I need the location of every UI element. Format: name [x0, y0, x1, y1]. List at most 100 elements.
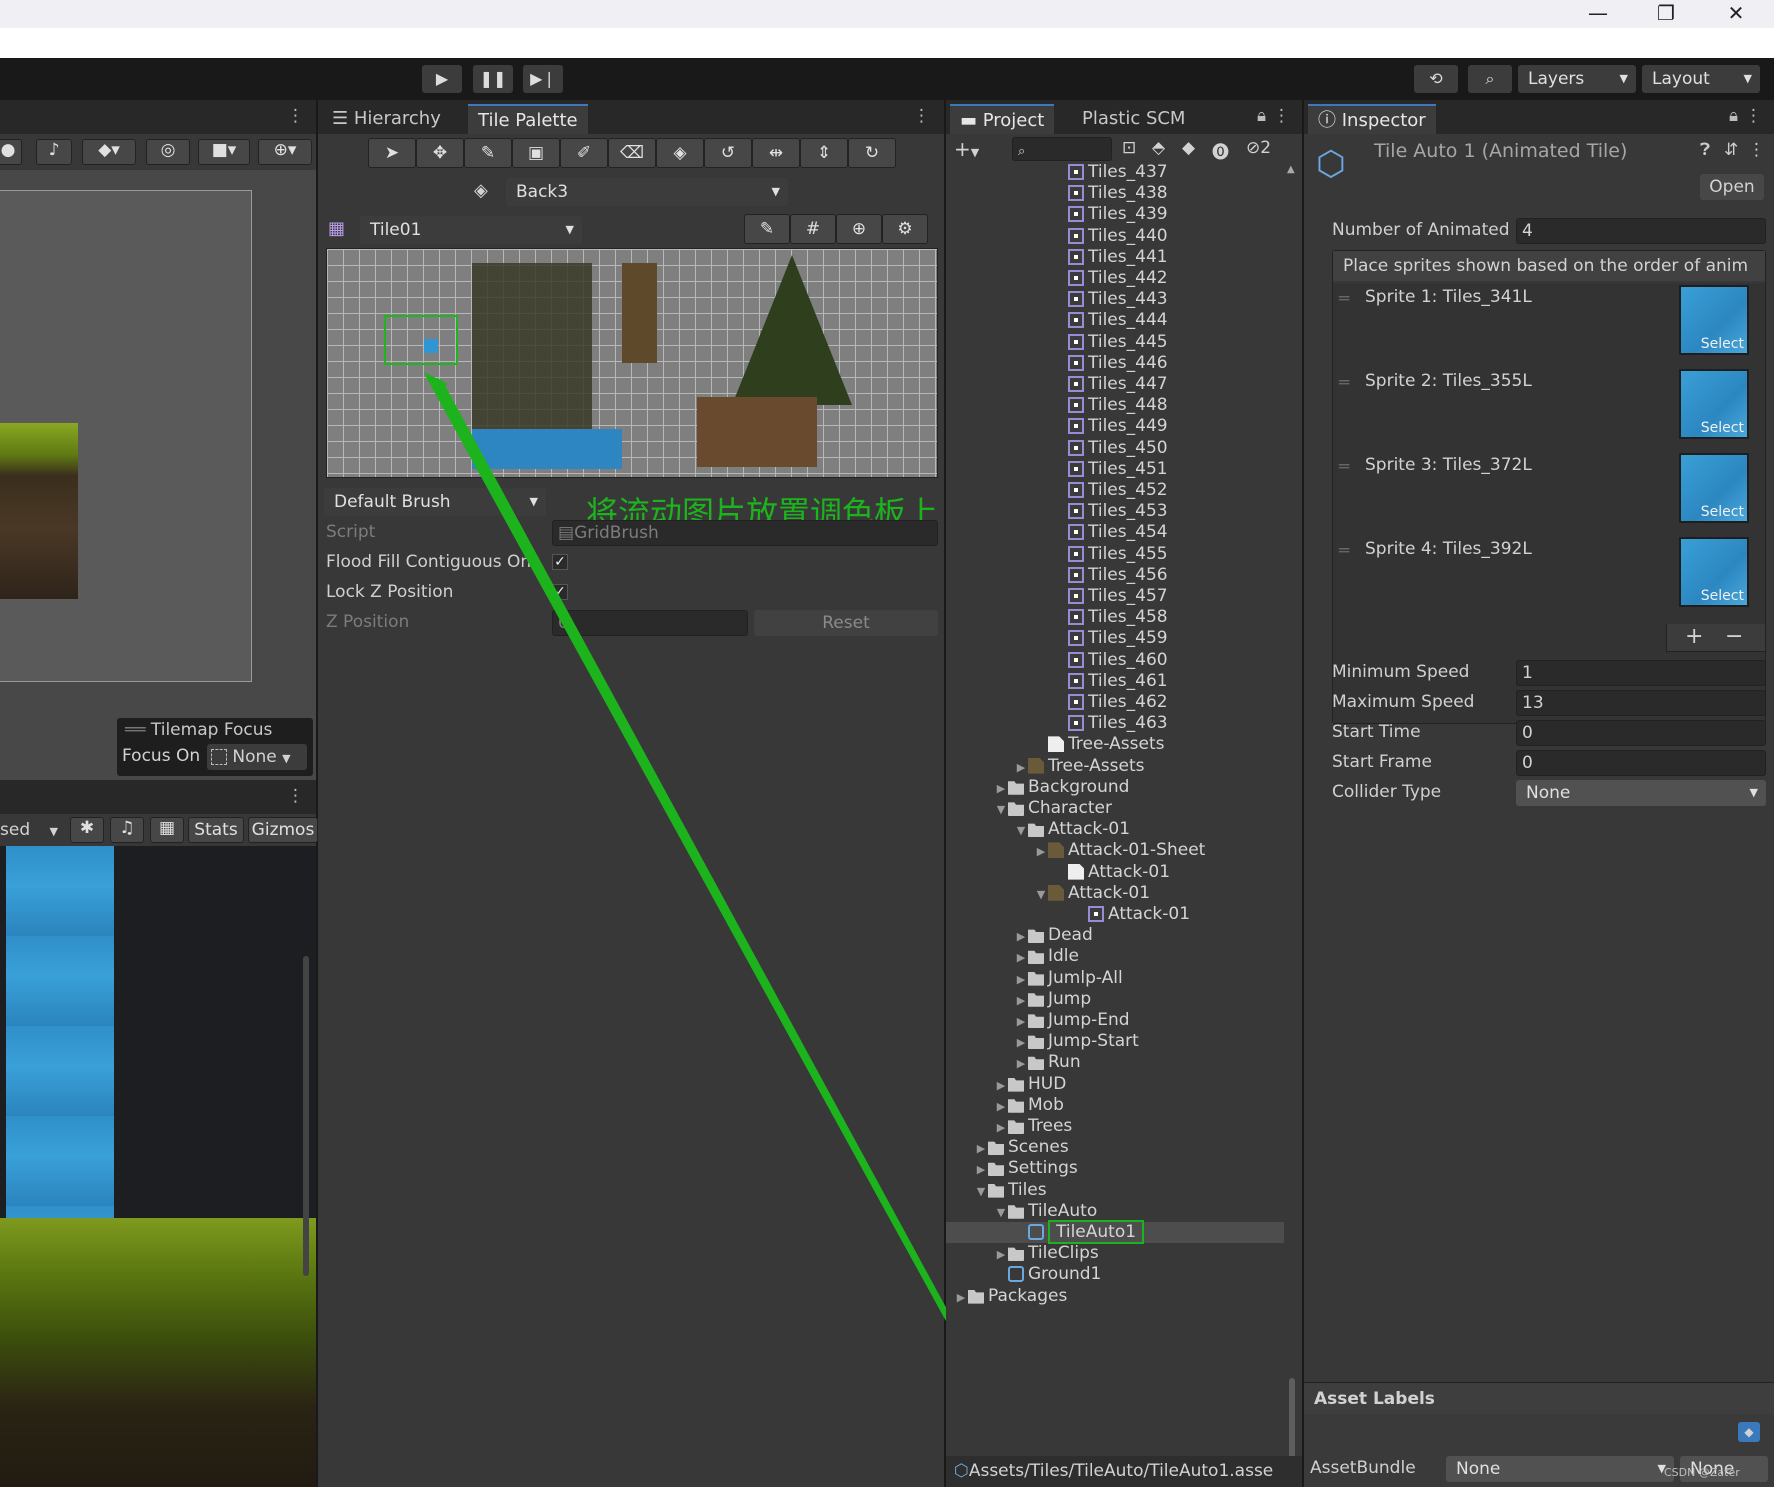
tree-item[interactable]: ▶ TileClips: [946, 1243, 1284, 1264]
tree-item[interactable]: ▶ Jumlp-All: [946, 968, 1284, 989]
tab-hierarchy[interactable]: ☰ Hierarchy: [322, 104, 451, 134]
chevron-right-icon[interactable]: ▶: [974, 1159, 988, 1180]
tab-inspector[interactable]: ⓘ Inspector: [1308, 104, 1436, 134]
move-tool-icon[interactable]: ✥: [416, 138, 464, 168]
brush-dropdown[interactable]: Default Brush ▼: [324, 488, 546, 516]
tree-item[interactable]: Ground1: [946, 1264, 1284, 1285]
select-tool-icon[interactable]: ➤: [368, 138, 416, 168]
select-label[interactable]: Select: [1701, 504, 1744, 520]
minimize-button[interactable]: —: [1568, 0, 1628, 28]
chevron-right-icon[interactable]: ▶: [1014, 947, 1028, 968]
flood-fill-checkbox[interactable]: ✓: [552, 554, 568, 570]
select-label[interactable]: Select: [1701, 420, 1744, 436]
tree-item[interactable]: ▶ Settings: [946, 1158, 1284, 1179]
tree-item[interactable]: Tiles_453: [946, 501, 1284, 522]
pause-button[interactable]: ❚❚: [473, 65, 513, 93]
history-button[interactable]: ⟲: [1414, 65, 1458, 93]
search-by-type-icon[interactable]: ⊡: [1122, 138, 1136, 158]
eraser-icon[interactable]: ⌫: [608, 138, 656, 168]
chevron-down-icon[interactable]: ▼: [994, 1202, 1008, 1223]
gizmos-button[interactable]: Gizmos: [248, 817, 318, 843]
maximize-button[interactable]: ❐: [1636, 0, 1696, 28]
tree-item[interactable]: Tiles_457: [946, 586, 1284, 607]
min-speed-field[interactable]: 1: [1516, 660, 1766, 686]
tree-item[interactable]: Tiles_461: [946, 671, 1284, 692]
tree-item[interactable]: ▼ Character: [946, 798, 1284, 819]
tree-item[interactable]: Tiles_446: [946, 353, 1284, 374]
tree-item[interactable]: Tiles_451: [946, 459, 1284, 480]
tree-item[interactable]: ▶ Run: [946, 1052, 1284, 1073]
chevron-right-icon[interactable]: ▶: [954, 1287, 968, 1308]
drag-handle-icon[interactable]: ═: [1339, 289, 1349, 309]
tree-item[interactable]: Attack-01: [946, 862, 1284, 883]
tree-item[interactable]: ▶ Background: [946, 777, 1284, 798]
tree-item[interactable]: Tiles_459: [946, 628, 1284, 649]
tree-item[interactable]: Tiles_438: [946, 183, 1284, 204]
close-button[interactable]: ✕: [1706, 0, 1766, 28]
tree-item[interactable]: ▼ Tiles: [946, 1180, 1284, 1201]
audio-mute-icon[interactable]: ♫: [110, 817, 144, 843]
drag-handle-icon[interactable]: ═: [1339, 457, 1349, 477]
chevron-right-icon[interactable]: ▶: [994, 1117, 1008, 1138]
active-tilemap-dropdown[interactable]: Back3 ▼: [506, 178, 788, 206]
sprite-thumbnail[interactable]: Select: [1679, 369, 1749, 439]
drag-handle-icon[interactable]: ═: [1339, 541, 1349, 561]
rotate-icon[interactable]: ↺: [704, 138, 752, 168]
more-options-icon[interactable]: ⋮: [913, 106, 930, 126]
chevron-right-icon[interactable]: ▶: [1014, 969, 1028, 990]
tree-item[interactable]: ▶ HUD: [946, 1074, 1284, 1095]
select-label[interactable]: Select: [1701, 336, 1744, 352]
picker-icon[interactable]: ✐: [560, 138, 608, 168]
scroll-up-icon[interactable]: ▲: [1287, 164, 1295, 175]
layout-dropdown[interactable]: Layout ▼: [1642, 65, 1760, 93]
rotate-clockwise-icon[interactable]: ↻: [848, 138, 896, 168]
tree-item[interactable]: Tiles_458: [946, 607, 1284, 628]
camera-dropdown-icon[interactable]: ■▾: [198, 139, 250, 165]
drag-handle-icon[interactable]: ═: [1339, 373, 1349, 393]
tree-item[interactable]: ▶ Jump: [946, 989, 1284, 1010]
tree-item[interactable]: Tiles_450: [946, 438, 1284, 459]
effects-dropdown-icon[interactable]: ◆▾: [82, 139, 136, 165]
tree-item[interactable]: Tiles_440: [946, 226, 1284, 247]
flip-x-icon[interactable]: ⇹: [752, 138, 800, 168]
list-item[interactable]: ═ Sprite 4: Tiles_392L Select: [1339, 535, 1759, 619]
tree-item[interactable]: ▶ Trees: [946, 1116, 1284, 1137]
start-frame-field[interactable]: 0: [1516, 750, 1766, 776]
label-tag-icon[interactable]: ◆: [1738, 1422, 1760, 1442]
tree-item[interactable]: Tiles_463: [946, 713, 1284, 734]
box-fill-icon[interactable]: ▣: [512, 138, 560, 168]
component-menu-icon[interactable]: ⋮: [1748, 140, 1765, 160]
tree-item[interactable]: Tiles_448: [946, 395, 1284, 416]
visibility-toggle-icon[interactable]: ◎: [146, 139, 190, 165]
tree-item[interactable]: TileAuto1: [946, 1220, 1284, 1244]
scene-canvas[interactable]: [0, 190, 252, 682]
search-by-label-icon[interactable]: ⬘: [1152, 138, 1165, 158]
tree-item[interactable]: Tiles_449: [946, 416, 1284, 437]
lock-icon[interactable]: 🔒︎: [1729, 106, 1738, 126]
chevron-right-icon[interactable]: ▶: [994, 778, 1008, 799]
chevron-right-icon[interactable]: ▶: [994, 1096, 1008, 1117]
select-label[interactable]: Select: [1701, 588, 1744, 604]
tree-item[interactable]: ▼ Attack-01: [946, 883, 1284, 904]
more-options-icon[interactable]: ⋮: [287, 106, 304, 126]
tree-item[interactable]: Tiles_445: [946, 332, 1284, 353]
presets-icon[interactable]: ⇵: [1724, 140, 1738, 160]
lighting-toggle-icon[interactable]: ●: [0, 139, 22, 165]
tree-item[interactable]: Tiles_443: [946, 289, 1284, 310]
z-position-field[interactable]: 0: [552, 610, 748, 636]
chevron-right-icon[interactable]: ▶: [994, 1244, 1008, 1265]
tab-plastic-scm[interactable]: Plastic SCM: [1072, 104, 1195, 134]
paint-brush-icon[interactable]: ✎: [464, 138, 512, 168]
tab-project[interactable]: ▬ Project: [950, 104, 1055, 134]
lock-icon[interactable]: 🔒︎: [1257, 106, 1266, 126]
open-button[interactable]: Open: [1700, 174, 1764, 200]
chevron-right-icon[interactable]: ▶: [1014, 926, 1028, 947]
start-time-field[interactable]: 0: [1516, 720, 1766, 746]
tree-item[interactable]: ▼ Attack-01: [946, 819, 1284, 840]
edit-palette-icon[interactable]: ✎: [744, 214, 790, 244]
tree-item[interactable]: Tiles_454: [946, 522, 1284, 543]
palette-grid[interactable]: [326, 248, 938, 478]
label-tag-icon[interactable]: ◆: [1182, 138, 1195, 158]
reset-button[interactable]: Reset: [754, 610, 938, 636]
chevron-right-icon[interactable]: ▶: [1014, 1032, 1028, 1053]
